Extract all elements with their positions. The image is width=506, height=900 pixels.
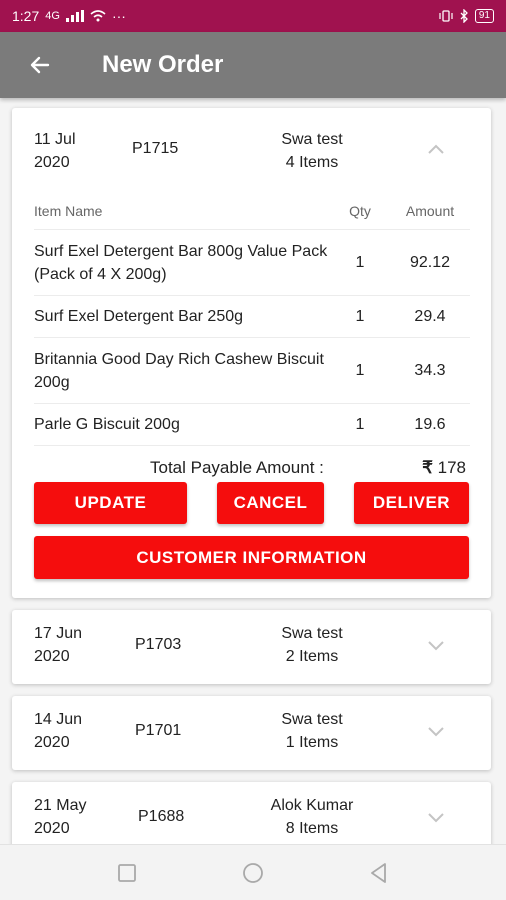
col-item-name: Item Name [34, 202, 103, 219]
item-qty: 1 [355, 254, 365, 271]
order-customer: Swa test 4 Items [242, 128, 382, 174]
order-customer: Alok Kumar 8 Items [242, 794, 382, 840]
customer-information-button[interactable]: CUSTOMER INFORMATION [34, 536, 469, 579]
total-value-wrap: ₹ 178 [422, 458, 466, 478]
status-bar: 1:27 4G ··· 91 [0, 0, 506, 32]
order-date-year: 2020 [34, 154, 70, 171]
order-customer: Swa test 1 Items [242, 708, 382, 754]
item-qty: 1 [355, 308, 365, 325]
more-notifications-icon: ··· [111, 8, 126, 24]
items-count: 8 Items [285, 820, 339, 837]
arrow-left-icon [30, 56, 50, 74]
customer-name: Swa test [281, 131, 343, 148]
status-time: 1:27 [12, 8, 40, 24]
order-id: P1703 [135, 636, 182, 653]
order-date: 14 Jun 2020 [34, 708, 124, 754]
order-id: P1701 [135, 722, 182, 739]
item-name: Surf Exel Detergent Bar 800g Value Pack … [34, 242, 328, 283]
items-count: 2 Items [285, 648, 339, 665]
items-table-header: Item Name Qty Amount [34, 192, 470, 230]
order-card[interactable]: 14 Jun 2020 P1701 Swa test 1 Items [12, 696, 491, 770]
customer-name: Alok Kumar [270, 797, 354, 814]
update-button[interactable]: UPDATE [34, 482, 187, 524]
order-customer: Swa test 2 Items [242, 622, 382, 668]
item-qty: 1 [355, 416, 365, 433]
item-amount: 19.6 [414, 416, 446, 433]
system-nav-bar [0, 844, 506, 900]
table-row: Surf Exel Detergent Bar 800g Value Pack … [34, 230, 470, 296]
col-amount: Amount [405, 202, 455, 219]
order-header[interactable]: 11 Jul 2020 P1715 Swa test 4 Items [12, 108, 491, 192]
chevron-down-icon[interactable] [424, 805, 448, 829]
order-header[interactable]: 17 Jun 2020 P1703 Swa test 2 Items [12, 610, 491, 684]
order-date-day: 21 May [34, 797, 87, 814]
customer-name: Swa test [281, 711, 343, 728]
battery-icon: 91 [474, 9, 494, 23]
total-row: Total Payable Amount : ₹ 178 [34, 452, 470, 484]
recent-apps-icon[interactable] [115, 861, 139, 885]
order-date: 17 Jun 2020 [34, 622, 124, 668]
item-name: Britannia Good Day Rich Cashew Biscuit 2… [34, 350, 324, 391]
rupee-symbol: ₹ [422, 458, 433, 477]
order-card: 11 Jul 2020 P1715 Swa test 4 Items Item … [12, 108, 491, 598]
total-label: Total Payable Amount : [150, 458, 324, 477]
order-date-year: 2020 [34, 820, 70, 837]
order-date: 11 Jul 2020 [34, 128, 124, 174]
item-amount: 29.4 [414, 308, 446, 325]
item-qty: 1 [355, 362, 365, 379]
order-date-day: 17 Jun [34, 625, 83, 642]
order-id: P1715 [132, 140, 179, 157]
chevron-down-icon[interactable] [424, 719, 448, 743]
customer-name: Swa test [281, 625, 343, 642]
table-row: Surf Exel Detergent Bar 250g 1 29.4 [34, 296, 470, 338]
order-date: 21 May 2020 [34, 794, 124, 840]
total-value: 178 [437, 458, 466, 477]
table-row: Britannia Good Day Rich Cashew Biscuit 2… [34, 338, 470, 404]
items-count: 4 Items [285, 154, 339, 171]
order-date-day: 14 Jun [34, 711, 83, 728]
cancel-button[interactable]: CANCEL [217, 482, 324, 524]
table-row: Parle G Biscuit 200g 1 19.6 [34, 404, 470, 446]
bluetooth-icon [460, 9, 468, 23]
item-amount: 92.12 [409, 254, 451, 271]
deliver-button[interactable]: DELIVER [354, 482, 469, 524]
item-name: Parle G Biscuit 200g [34, 416, 180, 433]
items-count: 1 Items [285, 734, 339, 751]
item-amount: 34.3 [414, 362, 446, 379]
home-icon[interactable] [241, 861, 265, 885]
network-label: 4G [45, 10, 60, 22]
order-date-year: 2020 [34, 648, 70, 665]
back-nav-icon[interactable] [367, 861, 391, 885]
order-date-year: 2020 [34, 734, 70, 751]
wifi-icon [90, 10, 106, 22]
items-table: Item Name Qty Amount Surf Exel Detergent… [34, 192, 470, 446]
chevron-up-icon[interactable] [424, 138, 448, 162]
order-card[interactable]: 17 Jun 2020 P1703 Swa test 2 Items [12, 610, 491, 684]
vibrate-icon [439, 10, 453, 22]
chevron-down-icon[interactable] [424, 633, 448, 657]
order-date-day: 11 Jul [34, 131, 76, 148]
signal-icon [65, 10, 84, 22]
col-qty: Qty [349, 202, 371, 219]
page-title: New Order [102, 51, 224, 78]
order-id: P1688 [138, 808, 185, 825]
back-button[interactable] [22, 47, 58, 83]
battery-level: 91 [478, 10, 490, 21]
order-header[interactable]: 14 Jun 2020 P1701 Swa test 1 Items [12, 696, 491, 770]
item-name: Surf Exel Detergent Bar 250g [34, 308, 244, 325]
app-bar: New Order [0, 32, 506, 98]
